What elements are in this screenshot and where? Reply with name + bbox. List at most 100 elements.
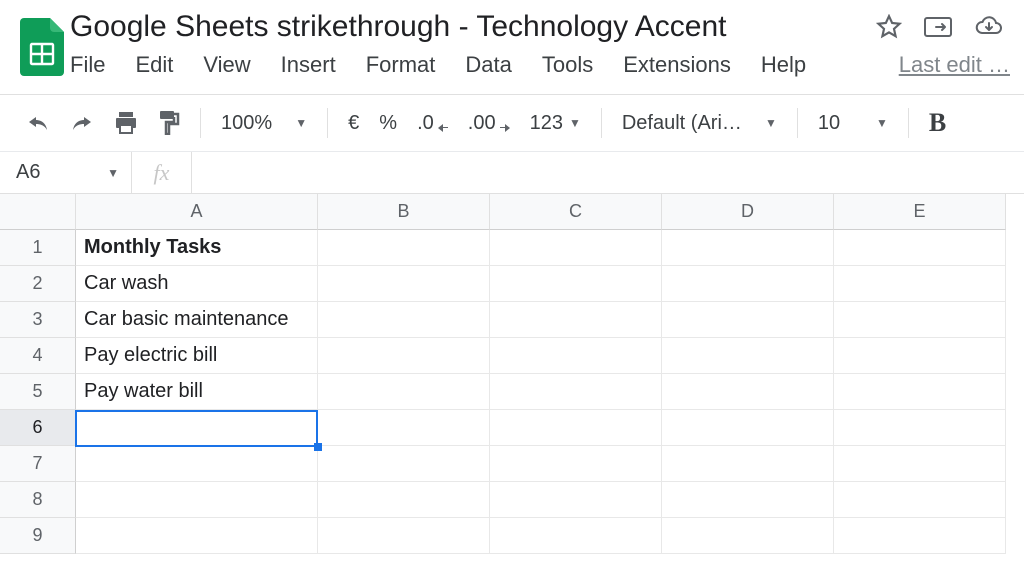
row-header[interactable]: 7 [0, 446, 76, 482]
font-dropdown[interactable]: Default (Ari… ▼ [622, 112, 777, 135]
spreadsheet-grid[interactable]: A B C D E 1 Monthly Tasks 2 Car wash 3 C… [0, 194, 1024, 554]
formula-input[interactable] [192, 152, 1024, 193]
zoom-dropdown[interactable]: 100% ▼ [221, 112, 307, 135]
cell[interactable] [834, 302, 1006, 338]
menu-tools[interactable]: Tools [542, 52, 593, 78]
selection-handle[interactable] [314, 443, 322, 451]
cell[interactable] [318, 410, 490, 446]
cell[interactable] [490, 302, 662, 338]
cell[interactable] [662, 446, 834, 482]
cell-a4[interactable]: Pay electric bill [76, 338, 318, 374]
cell[interactable] [490, 410, 662, 446]
undo-icon[interactable] [26, 113, 50, 133]
cell[interactable] [662, 338, 834, 374]
select-all-corner[interactable] [0, 194, 76, 230]
last-edit-link[interactable]: Last edit … [899, 52, 1010, 78]
decrease-decimal-button[interactable]: .0 [417, 112, 448, 135]
table-row: 7 [0, 446, 1024, 482]
cell[interactable] [834, 482, 1006, 518]
redo-icon[interactable] [70, 113, 94, 133]
table-row: 8 [0, 482, 1024, 518]
row-header[interactable]: 2 [0, 266, 76, 302]
menu-help[interactable]: Help [761, 52, 806, 78]
currency-button[interactable]: € [348, 112, 359, 135]
cell[interactable] [662, 302, 834, 338]
percent-button[interactable]: % [379, 112, 397, 135]
cell[interactable] [662, 374, 834, 410]
cell[interactable] [662, 266, 834, 302]
row-header[interactable]: 8 [0, 482, 76, 518]
cell-a5[interactable]: Pay water bill [76, 374, 318, 410]
name-box[interactable]: A6 ▼ [0, 152, 132, 193]
cell[interactable] [318, 374, 490, 410]
menu-format[interactable]: Format [366, 52, 436, 78]
cell[interactable] [662, 482, 834, 518]
row-header[interactable]: 4 [0, 338, 76, 374]
cloud-icon[interactable] [974, 14, 1004, 40]
font-size-dropdown[interactable]: 10▼ [818, 112, 888, 135]
increase-decimal-button[interactable]: .00 [468, 112, 510, 135]
cell[interactable] [490, 518, 662, 554]
fx-label: fx [132, 152, 192, 193]
cell[interactable] [834, 410, 1006, 446]
cell[interactable] [662, 518, 834, 554]
table-row: 5 Pay water bill [0, 374, 1024, 410]
cell[interactable] [318, 302, 490, 338]
cell[interactable] [490, 446, 662, 482]
cell[interactable] [76, 518, 318, 554]
menu-bar: File Edit View Insert Format Data Tools … [70, 44, 1010, 78]
cell[interactable] [76, 482, 318, 518]
cell[interactable] [490, 338, 662, 374]
more-formats-dropdown[interactable]: 123▼ [530, 112, 581, 135]
menu-extensions[interactable]: Extensions [623, 52, 731, 78]
cell[interactable] [490, 230, 662, 266]
menu-view[interactable]: View [203, 52, 250, 78]
move-icon[interactable] [924, 14, 952, 40]
cell[interactable] [834, 338, 1006, 374]
cell[interactable] [490, 374, 662, 410]
cell[interactable] [490, 482, 662, 518]
cell[interactable] [318, 518, 490, 554]
sheets-logo[interactable] [14, 10, 70, 80]
cell-a6[interactable] [76, 410, 318, 446]
cell[interactable] [834, 374, 1006, 410]
cell[interactable] [662, 410, 834, 446]
bold-button[interactable]: B [929, 108, 950, 138]
column-header-c[interactable]: C [490, 194, 662, 230]
formula-bar: A6 ▼ fx [0, 152, 1024, 194]
star-icon[interactable] [876, 14, 902, 40]
cell-a1[interactable]: Monthly Tasks [76, 230, 318, 266]
menu-insert[interactable]: Insert [281, 52, 336, 78]
cell-a2[interactable]: Car wash [76, 266, 318, 302]
row-header[interactable]: 1 [0, 230, 76, 266]
column-header-d[interactable]: D [662, 194, 834, 230]
cell[interactable] [318, 446, 490, 482]
chevron-down-icon: ▼ [107, 166, 119, 180]
column-header-e[interactable]: E [834, 194, 1006, 230]
column-header-a[interactable]: A [76, 194, 318, 230]
cell[interactable] [834, 266, 1006, 302]
cell[interactable] [490, 266, 662, 302]
cell[interactable] [318, 230, 490, 266]
menu-file[interactable]: File [70, 52, 105, 78]
header: Google Sheets strikethrough - Technology… [0, 0, 1024, 80]
cell[interactable] [662, 230, 834, 266]
cell[interactable] [318, 482, 490, 518]
cell[interactable] [834, 446, 1006, 482]
cell[interactable] [318, 266, 490, 302]
cell[interactable] [834, 230, 1006, 266]
paint-format-icon[interactable] [158, 111, 180, 135]
row-header[interactable]: 3 [0, 302, 76, 338]
menu-data[interactable]: Data [465, 52, 511, 78]
row-header[interactable]: 9 [0, 518, 76, 554]
row-header[interactable]: 5 [0, 374, 76, 410]
cell[interactable] [318, 338, 490, 374]
menu-edit[interactable]: Edit [135, 52, 173, 78]
row-header[interactable]: 6 [0, 410, 76, 446]
cell-a3[interactable]: Car basic maintenance [76, 302, 318, 338]
cell[interactable] [834, 518, 1006, 554]
print-icon[interactable] [114, 112, 138, 134]
cell[interactable] [76, 446, 318, 482]
document-title[interactable]: Google Sheets strikethrough - Technology… [70, 10, 727, 44]
column-header-b[interactable]: B [318, 194, 490, 230]
